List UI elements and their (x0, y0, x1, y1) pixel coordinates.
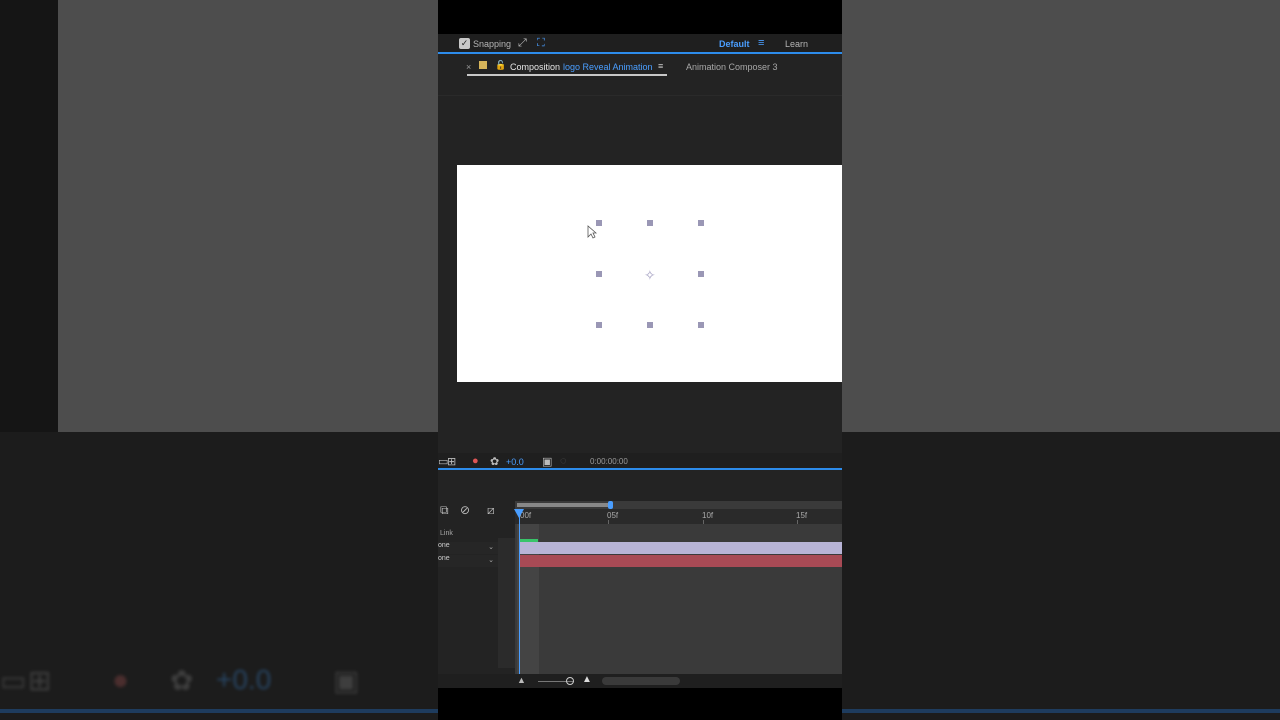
transform-handle[interactable] (698, 322, 704, 328)
snapping-checkbox[interactable]: ✓ (459, 38, 470, 49)
background-left-edge (0, 0, 58, 432)
tab-close-icon[interactable]: × (466, 62, 471, 72)
camera-icon[interactable]: ▣ (542, 455, 552, 468)
background-right-canvas (842, 0, 1280, 432)
active-tab-underline (467, 74, 667, 76)
chevron-down-icon[interactable]: ⌄ (488, 556, 494, 564)
tab-menu-icon[interactable]: ≡ (658, 61, 663, 71)
background-ghost-exposure: +0.0 (216, 664, 272, 695)
parent-link-header: Link (440, 530, 453, 537)
workspace-default[interactable]: Default (719, 39, 750, 49)
playhead-handle[interactable] (514, 509, 524, 518)
timeline-scrollbar[interactable] (602, 677, 680, 685)
zoom-slider-knob[interactable] (566, 677, 574, 685)
workspace-learn[interactable]: Learn (785, 39, 808, 49)
layer-parent-value: one (438, 555, 450, 562)
playhead-line[interactable] (519, 509, 520, 674)
tab-label-color (479, 61, 487, 69)
work-area-bar[interactable] (517, 503, 611, 507)
zoom-out-icon[interactable]: ▲ (517, 675, 526, 685)
mouse-cursor-icon (587, 225, 597, 239)
lock-icon[interactable]: 🔓 (495, 60, 506, 71)
timeline-zoom-bar: ▲ ▲ (438, 674, 842, 688)
top-toolbar: ✓ Snapping ⤢ ⛶ Default ≡ Learn (438, 34, 842, 54)
work-area-end-handle[interactable] (608, 501, 613, 509)
workspace-menu-icon[interactable]: ≡ (758, 37, 764, 49)
transform-handle[interactable] (698, 271, 704, 277)
background-left-canvas (58, 0, 438, 432)
layer-bar[interactable] (520, 555, 842, 567)
transform-handle[interactable] (698, 220, 704, 226)
transform-handle[interactable] (647, 322, 653, 328)
bottom-letterbox (438, 688, 842, 720)
top-letterbox (438, 0, 842, 34)
transform-handle[interactable] (647, 220, 653, 226)
anchor-point-icon[interactable]: ✧ (644, 268, 656, 282)
exposure-value[interactable]: +0.0 (506, 457, 524, 467)
snapping-label: Snapping (473, 39, 512, 49)
snap-target-icon[interactable]: ⛶ (537, 37, 545, 50)
tab-animation-composer[interactable]: Animation Composer 3 (686, 62, 778, 72)
zoom-in-icon[interactable]: ▲ (582, 674, 592, 685)
transform-handle[interactable] (596, 322, 602, 328)
composition-viewer[interactable]: ✧ (438, 97, 842, 453)
layer-label-column (498, 538, 515, 668)
time-ruler[interactable]: 00f 05f 10f 15f (515, 509, 842, 524)
graph-editor-icon[interactable]: ⧄ (487, 503, 495, 518)
background-ghost-color-icon: ● (112, 664, 129, 695)
background-ghost-icon: ⊞ (28, 665, 52, 696)
tab-composition-label: Composition (510, 62, 561, 72)
background-ghost-icon: ▭ (0, 665, 27, 696)
toggle-mask-icon[interactable]: ⊞ (447, 455, 456, 468)
layer-bar[interactable] (520, 542, 842, 554)
motion-blur-icon[interactable]: ⊘ (460, 503, 470, 517)
ruler-tick-label: 10f (702, 511, 714, 520)
timeline-panel: ⧉ ⊘ ⧄ 00f 05f 10f 15f Link one ⌄ one ⌄ ▲… (438, 472, 842, 688)
layer-parent-select[interactable]: one ⌄ (438, 542, 498, 554)
layer-parent-value: one (438, 542, 450, 549)
viewer-controls-bar: ▭ ⊞ ● ✿ +0.0 ▣ ◌ 0:00:00:00 (438, 453, 842, 470)
snap-pin-icon[interactable]: ⤢ (518, 37, 527, 50)
ruler-tick-label: 05f (607, 511, 619, 520)
after-effects-panel: ✓ Snapping ⤢ ⛶ Default ≡ Learn × 🔓 Compo… (438, 0, 842, 720)
composition-canvas[interactable]: ✧ (457, 165, 842, 382)
color-channel-icon[interactable]: ● (472, 455, 479, 467)
show-snapshot-icon[interactable]: ◌ (560, 455, 567, 467)
background-ghost-gear-icon: ✿ (170, 665, 194, 696)
layer-parent-select[interactable]: one ⌄ (438, 555, 498, 567)
background-ghost-camera-icon: ▣ (333, 665, 360, 696)
tab-composition-name[interactable]: logo Reveal Animation (563, 62, 653, 72)
transform-handle[interactable] (596, 271, 602, 277)
timecode-display[interactable]: 0:00:00:00 (590, 457, 628, 466)
chevron-down-icon[interactable]: ⌄ (488, 543, 494, 551)
comp-flowchart-icon[interactable]: ⧉ (440, 503, 449, 518)
gear-icon[interactable]: ✿ (490, 455, 499, 468)
ruler-tick-label: 15f (796, 511, 808, 520)
composition-tab-bar: × 🔓 Composition logo Reveal Animation ≡ … (438, 56, 842, 96)
